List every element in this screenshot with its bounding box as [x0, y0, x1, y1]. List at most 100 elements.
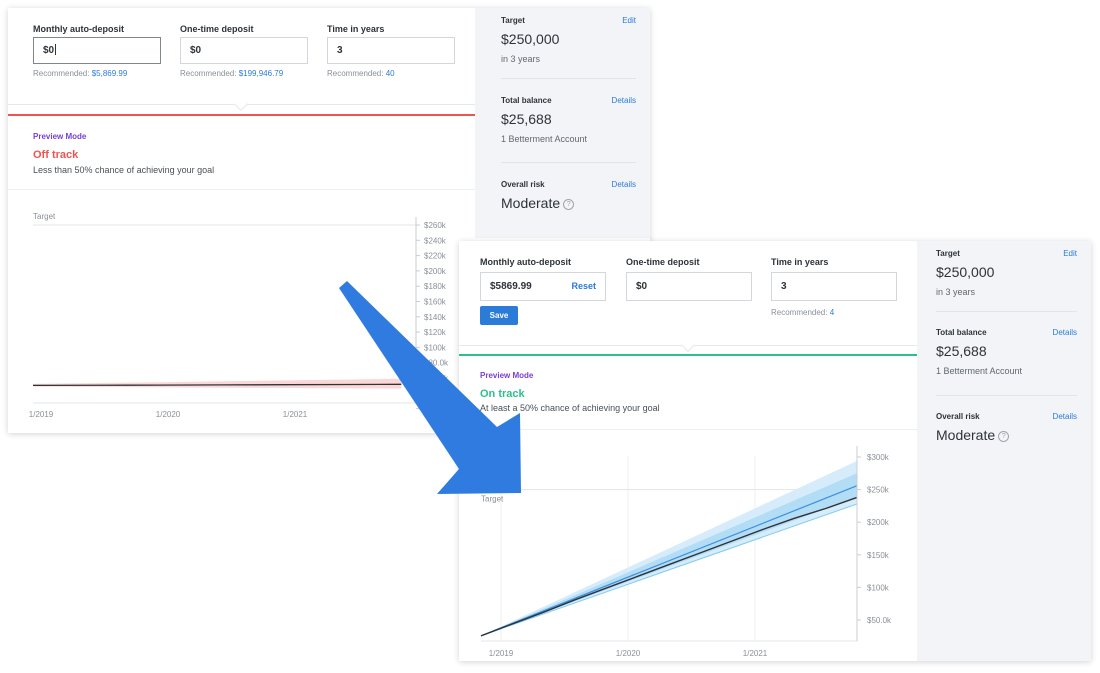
balance-amount: $25,688	[501, 111, 552, 127]
years-recommended: Recommended: 4	[771, 308, 835, 317]
balance-summary-label: Total balance	[936, 328, 987, 337]
separator	[936, 311, 1077, 312]
target-summary: Target Edit $250,000 in 3 years	[936, 249, 1077, 309]
risk-details-link[interactable]: Details	[612, 180, 636, 189]
x-tick-label: 1/2021	[743, 649, 768, 658]
x-tick-label: 1/2020	[156, 410, 181, 419]
y-tick-label: $120k	[424, 328, 447, 337]
monthly-recommended-link[interactable]: $5,869.99	[92, 69, 128, 78]
y-axis-panel	[857, 436, 917, 661]
target-label: Target	[481, 495, 504, 504]
target-horizon: in 3 years	[936, 287, 976, 297]
separator	[501, 78, 636, 79]
status-bar-on-track	[459, 354, 917, 356]
y-tick-label: $140k	[424, 313, 447, 322]
y-tick-label: $200k	[867, 518, 890, 527]
onetime-recommended: Recommended: $199,946.79	[180, 69, 284, 78]
x-tick-label: 1/2019	[489, 649, 514, 658]
status-off-track: Off track	[33, 149, 79, 161]
years-field: Time in years 3 Recommended: 4	[771, 257, 897, 317]
separator	[936, 395, 1077, 396]
low-estimate-line	[480, 503, 858, 637]
monthly-deposit-field: Monthly auto-deposit $0 Recommended: $5,…	[33, 24, 161, 78]
years-input[interactable]: 3	[327, 37, 455, 64]
goal-editor-before: Monthly auto-deposit $0 Recommended: $5,…	[8, 8, 475, 433]
save-button[interactable]: Save	[480, 306, 518, 325]
onetime-deposit-label: One-time deposit	[626, 257, 700, 267]
goal-summary-after: Target Edit $250,000 in 3 years Total ba…	[917, 241, 1091, 661]
x-tick-label: 1/2020	[616, 649, 641, 658]
y-tick-label: $80.0k	[424, 359, 449, 368]
risk-summary-label: Overall risk	[501, 180, 545, 189]
projection-chart-before: Target $260k $240k $220k $200k $180k $160k $14…	[29, 212, 449, 419]
y-tick-label: $260k	[424, 221, 447, 230]
account-count: 1 Betterment Account	[936, 366, 1023, 376]
target-amount: $250,000	[501, 31, 560, 47]
projection-band-outer	[481, 460, 857, 636]
separator	[501, 162, 636, 163]
onetime-deposit-field: One-time deposit $0	[626, 257, 752, 301]
risk-level: Moderate?	[501, 195, 575, 211]
goal-editor-after: Monthly auto-deposit $5869.99 Reset Save…	[459, 241, 917, 661]
y-tick-label: $240k	[424, 236, 447, 245]
risk-details-link[interactable]: Details	[1053, 412, 1077, 421]
balance-amount: $25,688	[936, 343, 987, 359]
target-label: Target	[33, 212, 56, 221]
status-on-track: On track	[480, 388, 525, 400]
years-label: Time in years	[327, 24, 385, 34]
preview-mode-label: Preview Mode	[33, 132, 87, 141]
y-tick-label: $60.0k	[424, 374, 449, 383]
monthly-deposit-input[interactable]: $0	[33, 37, 161, 64]
status-description: At least a 50% chance of achieving your …	[480, 403, 660, 413]
target-summary: Target Edit $250,000 in 3 years	[501, 16, 636, 76]
onetime-recommended-link[interactable]: $199,946.79	[239, 69, 284, 78]
target-summary-label: Target	[501, 16, 525, 25]
preview-mode-label: Preview Mode	[480, 371, 534, 380]
question-circle-icon[interactable]: ?	[998, 431, 1010, 442]
x-tick-label: 1/2019	[29, 410, 54, 419]
balance-summary: Total balance Details $25,688 1 Betterme…	[501, 96, 636, 156]
y-tick-label: $150k	[867, 551, 890, 560]
monthly-deposit-input[interactable]: $5869.99 Reset	[480, 272, 606, 301]
risk-level: Moderate?	[936, 427, 1010, 443]
y-tick-label: $50.0k	[867, 616, 892, 625]
years-input[interactable]: 3	[771, 272, 897, 301]
y-tick-label: $40.0k	[424, 389, 449, 398]
text-caret	[55, 44, 57, 55]
onetime-deposit-input[interactable]: $0	[180, 37, 308, 64]
target-edit-link[interactable]: Edit	[622, 16, 636, 25]
x-tick-label: 1/2021	[283, 410, 308, 419]
onetime-deposit-input[interactable]: $0	[626, 272, 752, 301]
divider-notch	[680, 337, 696, 353]
target-horizon: in 3 years	[501, 54, 541, 64]
y-tick-label: $160k	[424, 298, 447, 307]
status-bar-off-track	[8, 114, 475, 116]
balance-details-link[interactable]: Details	[1053, 328, 1077, 337]
onetime-deposit-label: One-time deposit	[180, 24, 254, 34]
target-amount: $250,000	[936, 264, 995, 280]
y-tick-label: $180k	[424, 282, 447, 291]
years-recommended: Recommended: 40	[327, 69, 395, 78]
monthly-deposit-label: Monthly auto-deposit	[480, 257, 571, 267]
y-tick-label: $100k	[424, 343, 447, 352]
balance-details-link[interactable]: Details	[612, 96, 636, 105]
y-tick-label: $250k	[867, 486, 890, 495]
separator	[459, 429, 917, 430]
projection-chart-after: 1/2019 1/2020 1/2021 Target $300k $250k $200…	[480, 436, 917, 661]
years-recommended-link[interactable]: 40	[386, 69, 395, 78]
onetime-deposit-field: One-time deposit $0 Recommended: $199,94…	[180, 24, 308, 78]
target-edit-link[interactable]: Edit	[1063, 249, 1077, 258]
question-circle-icon[interactable]: ?	[563, 199, 575, 210]
y-tick-label: $300k	[867, 453, 890, 462]
y-tick-label: $220k	[424, 252, 447, 261]
divider-notch	[233, 96, 249, 112]
years-label: Time in years	[771, 257, 829, 267]
years-recommended-link[interactable]: 4	[830, 308, 834, 317]
balance-summary-label: Total balance	[501, 96, 552, 105]
monthly-recommended: Recommended: $5,869.99	[33, 69, 128, 78]
reset-button[interactable]: Reset	[571, 273, 596, 300]
y-tick-label: $20.0k	[424, 405, 449, 414]
risk-summary-label: Overall risk	[936, 412, 980, 421]
goal-card-after: Monthly auto-deposit $5869.99 Reset Save…	[459, 241, 1091, 661]
risk-summary: Overall risk Details Moderate?	[501, 180, 636, 230]
